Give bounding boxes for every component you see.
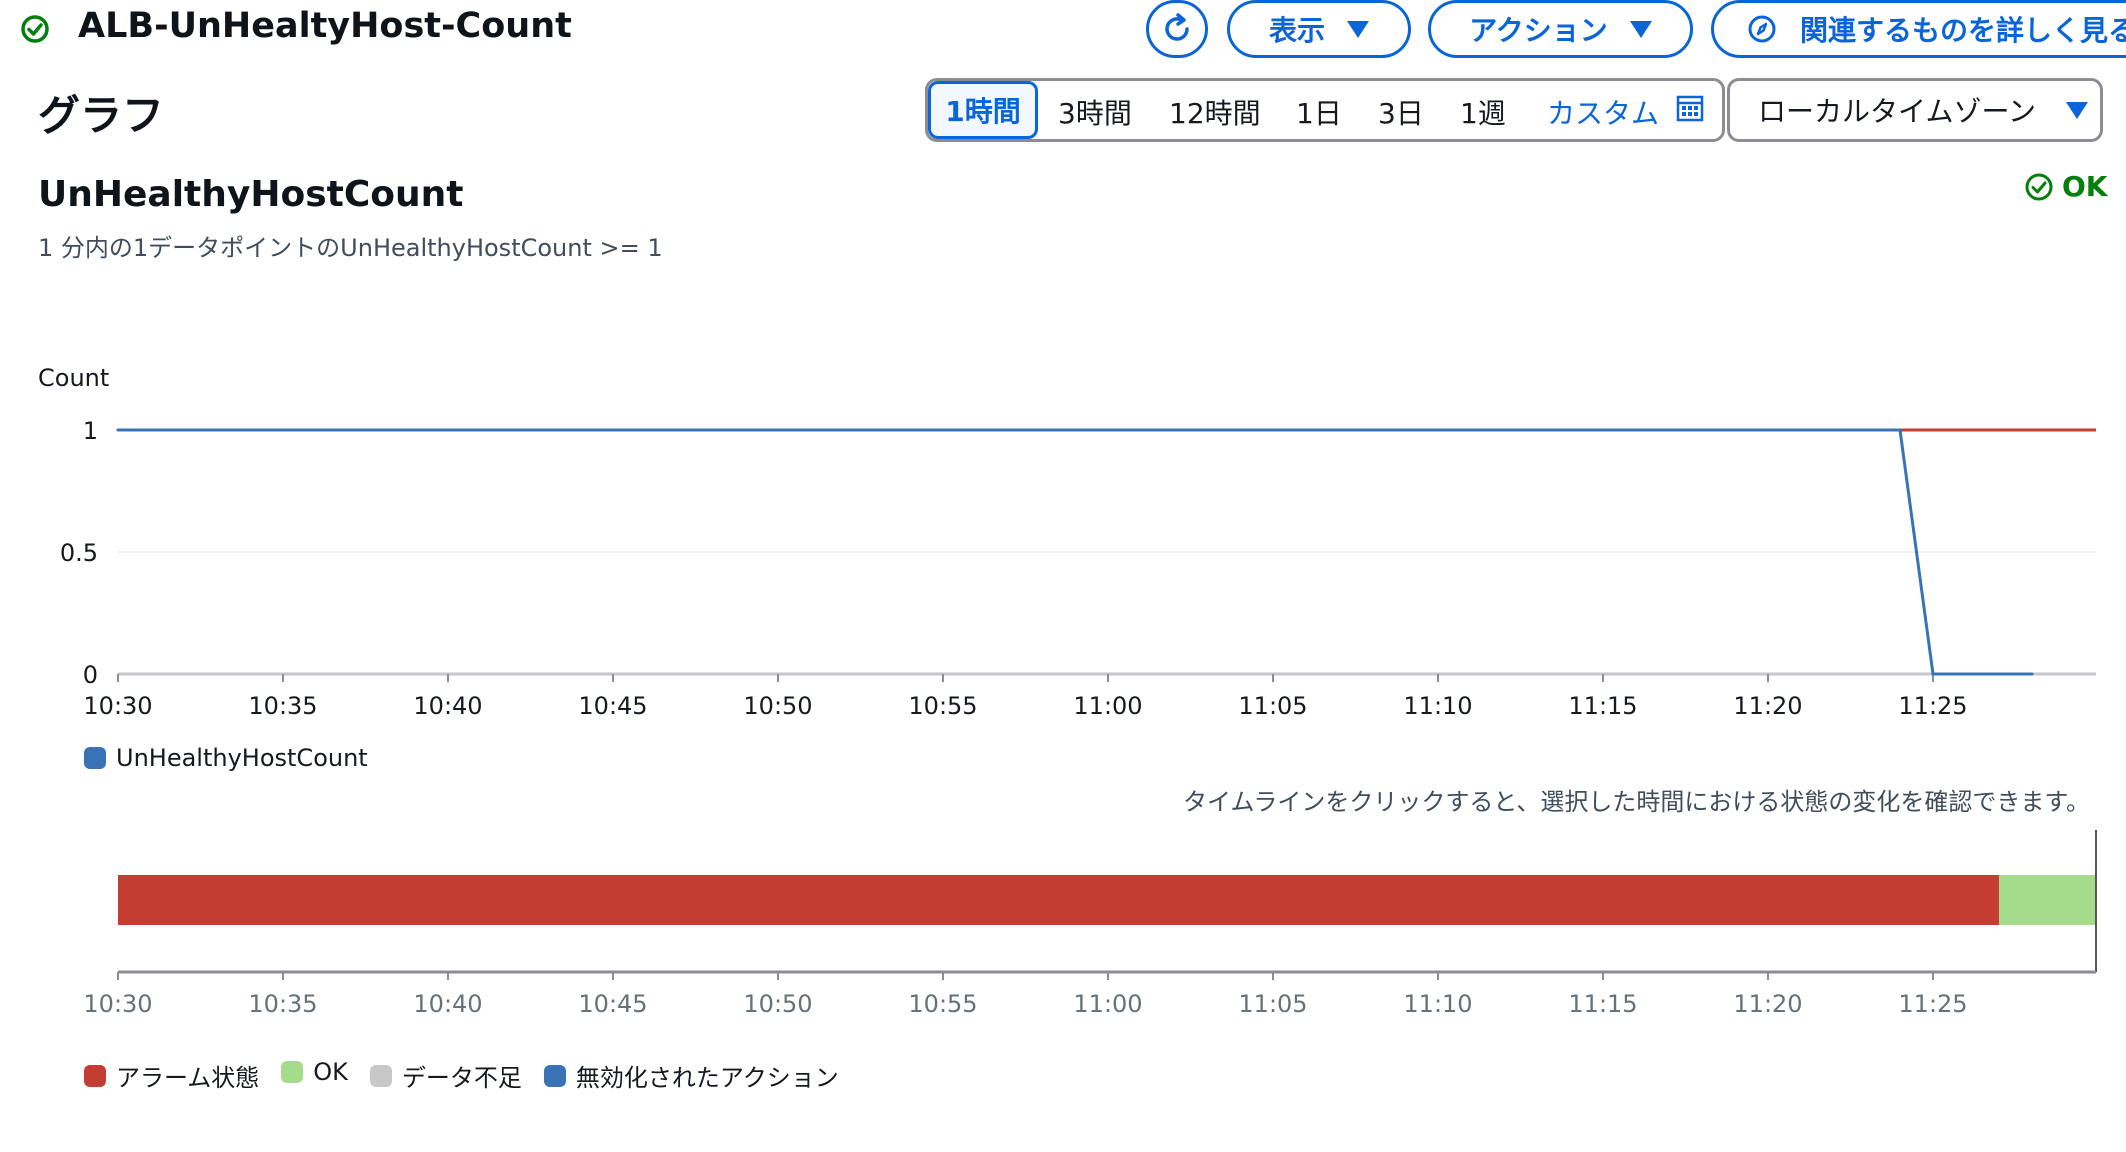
alarm-state-timeline[interactable]: 10:30 10:35 10:40 10:45 10:50 10:55 11:00 11:05…: [0, 820, 2126, 1020]
range-3h-button[interactable]: 3時間: [1058, 92, 1132, 132]
timeline-legend-item-alarm: アラーム状態: [84, 1058, 259, 1093]
timezone-select[interactable]: ローカルタイムゾーン: [1727, 78, 2103, 142]
range-12h-button[interactable]: 12時間: [1169, 92, 1261, 132]
legend-swatch: [84, 1064, 106, 1087]
x-tick-label: 10:45: [578, 692, 647, 720]
actions-label: アクション: [1469, 14, 1608, 47]
legend-swatch: [543, 1064, 566, 1087]
timeline-legend-item-ok: OK: [281, 1058, 348, 1086]
timeline-tick-label: 10:30: [83, 990, 152, 1018]
data-point: [1898, 428, 1902, 432]
range-1w-button[interactable]: 1週: [1460, 92, 1506, 132]
timeline-tick-label: 11:15: [1568, 990, 1637, 1018]
caret-down-icon: [2066, 101, 2089, 119]
timeline-segment-ok[interactable]: [1999, 875, 2096, 925]
alarm-title: ALB-UnHealtyHost-Count: [78, 6, 572, 46]
alarm-state-label: OK: [2062, 170, 2108, 203]
status-ok-icon: [2025, 173, 2053, 200]
range-custom-button[interactable]: カスタム: [1547, 92, 1659, 132]
timeline-tick-label: 10:50: [743, 990, 812, 1018]
section-title: グラフ: [38, 91, 165, 140]
timeline-tick-label: 11:10: [1403, 990, 1472, 1018]
legend-swatch: [281, 1061, 304, 1083]
refresh-button[interactable]: [1146, 0, 1208, 58]
show-label: 表示: [1268, 14, 1325, 47]
explore-related-button[interactable]: 関連するものを詳しく見る: [1711, 0, 2126, 58]
legend-label: 無効化されたアクション: [575, 1064, 839, 1092]
timeline-tick-label: 11:25: [1898, 990, 1967, 1018]
x-tick-label: 11:10: [1403, 692, 1472, 720]
range-1h-button[interactable]: 1時間: [928, 81, 1038, 139]
legend-label: OK: [313, 1058, 348, 1086]
actions-dropdown-button[interactable]: アクション: [1428, 0, 1693, 58]
status-ok-icon: [21, 15, 49, 43]
alarm-condition: 1 分内の1データポイントのUnHealthyHostCount >= 1: [38, 234, 663, 262]
x-tick-label: 11:00: [1073, 692, 1142, 720]
x-tick-label: 10:35: [248, 692, 317, 720]
series-swatch: [84, 747, 106, 769]
caret-down-icon: [1629, 20, 1652, 38]
y-axis-label: Count: [38, 364, 109, 392]
alarm-state-badge: OK: [2024, 170, 2108, 203]
data-point: [1931, 672, 1935, 676]
x-tick-label: 10:55: [908, 692, 977, 720]
metric-title: UnHealthyHostCount: [38, 174, 464, 215]
calendar-icon[interactable]: [1676, 94, 1704, 122]
timeline-legend-item-insufficient: データ不足: [369, 1058, 522, 1093]
timeline-tick-label: 10:35: [248, 990, 317, 1018]
x-tick-label: 10:30: [83, 692, 152, 720]
legend-label: アラーム状態: [116, 1064, 260, 1092]
x-tick-label: 10:40: [413, 692, 482, 720]
range-3d-button[interactable]: 3日: [1378, 92, 1424, 132]
data-point: [116, 428, 120, 432]
timeline-tick-label: 11:00: [1073, 990, 1142, 1018]
caret-down-icon: [1347, 20, 1369, 38]
timeline-tick-label: 10:45: [578, 990, 647, 1018]
y-tick-label: 0.5: [60, 539, 98, 567]
data-point: [2030, 672, 2034, 676]
timezone-label: ローカルタイムゾーン: [1758, 95, 2037, 128]
show-dropdown-button[interactable]: 表示: [1227, 0, 1411, 58]
y-tick-label: 0: [83, 661, 98, 689]
explore-related-label: 関連するものを詳しく見る: [1800, 14, 2126, 47]
timeline-tick-label: 11:20: [1733, 990, 1802, 1018]
x-tick-label: 11:05: [1238, 692, 1307, 720]
timeline-instructions: タイムラインをクリックすると、選択した時間における状態の変化を確認できます。: [1183, 788, 2090, 816]
timeline-tick-label: 10:40: [413, 990, 482, 1018]
range-1d-button[interactable]: 1日: [1296, 92, 1342, 132]
chart-legend-item[interactable]: UnHealthyHostCount: [84, 744, 368, 772]
timeline-tick-label: 11:05: [1238, 990, 1307, 1018]
metric-line-chart: Count 1 0.5 0 10:30 10:35 10:40 10:45 10:50 10:55…: [38, 364, 2096, 720]
x-tick-label: 11:20: [1733, 692, 1802, 720]
timeline-legend-item-disabled: 無効化されたアクション: [543, 1058, 839, 1093]
timeline-segment-alarm[interactable]: [118, 875, 1999, 925]
x-tick-label: 11:15: [1568, 692, 1637, 720]
refresh-icon: [1165, 13, 1189, 41]
x-tick-label: 10:50: [743, 692, 812, 720]
y-tick-label: 1: [83, 417, 98, 445]
legend-label: データ不足: [401, 1064, 522, 1092]
legend-swatch: [369, 1064, 392, 1087]
series-label: UnHealthyHostCount: [116, 744, 368, 772]
compass-icon: [1748, 15, 1776, 43]
x-tick-label: 11:25: [1898, 692, 1967, 720]
timeline-tick-label: 10:55: [908, 990, 977, 1018]
